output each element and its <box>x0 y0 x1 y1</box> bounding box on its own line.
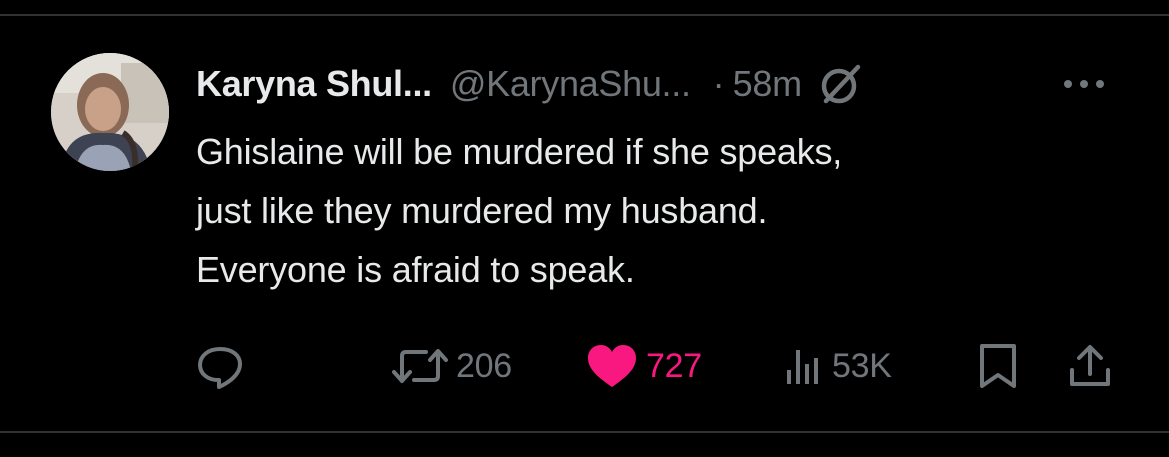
repost-count: 206 <box>456 346 512 385</box>
like-button[interactable]: 727 <box>584 338 702 394</box>
more-dot <box>1096 80 1104 88</box>
share-button[interactable] <box>1066 338 1114 394</box>
views-button[interactable]: 53K <box>782 338 892 394</box>
post-text-line: just like they murdered my husband. <box>196 190 768 231</box>
like-count: 727 <box>646 346 702 385</box>
repost-button[interactable]: 206 <box>390 338 512 394</box>
meta-separator: · <box>712 63 725 104</box>
post-header: Karyna Shul... @KarynaShu... · 58m <box>196 58 864 110</box>
bookmark-button[interactable] <box>974 338 1022 394</box>
more-dot <box>1064 80 1072 88</box>
share-icon <box>1066 340 1114 392</box>
author-handle[interactable]: @KarynaShu... <box>450 63 691 105</box>
more-dot <box>1080 80 1088 88</box>
post-text-line: Ghislaine will be murdered if she speaks… <box>196 131 843 172</box>
reply-icon <box>194 340 246 392</box>
author-name[interactable]: Karyna Shul... <box>196 63 432 105</box>
post-text-line: Everyone is afraid to speak. <box>196 249 635 290</box>
grok-icon[interactable] <box>818 61 864 107</box>
top-divider <box>0 14 1169 16</box>
repost-icon <box>390 340 450 392</box>
views-icon <box>782 340 826 392</box>
heart-icon <box>584 340 640 392</box>
views-count: 53K <box>832 346 892 385</box>
bottom-divider <box>0 431 1169 433</box>
action-bar: 206 727 53K <box>0 338 1169 394</box>
more-options-icon[interactable] <box>1062 70 1112 98</box>
bookmark-icon <box>974 340 1022 392</box>
reply-button[interactable] <box>194 338 246 394</box>
avatar[interactable] <box>51 53 169 171</box>
post-time[interactable]: 58m <box>733 63 802 105</box>
post-text: Ghislaine will be murdered if she speaks… <box>196 122 1096 299</box>
